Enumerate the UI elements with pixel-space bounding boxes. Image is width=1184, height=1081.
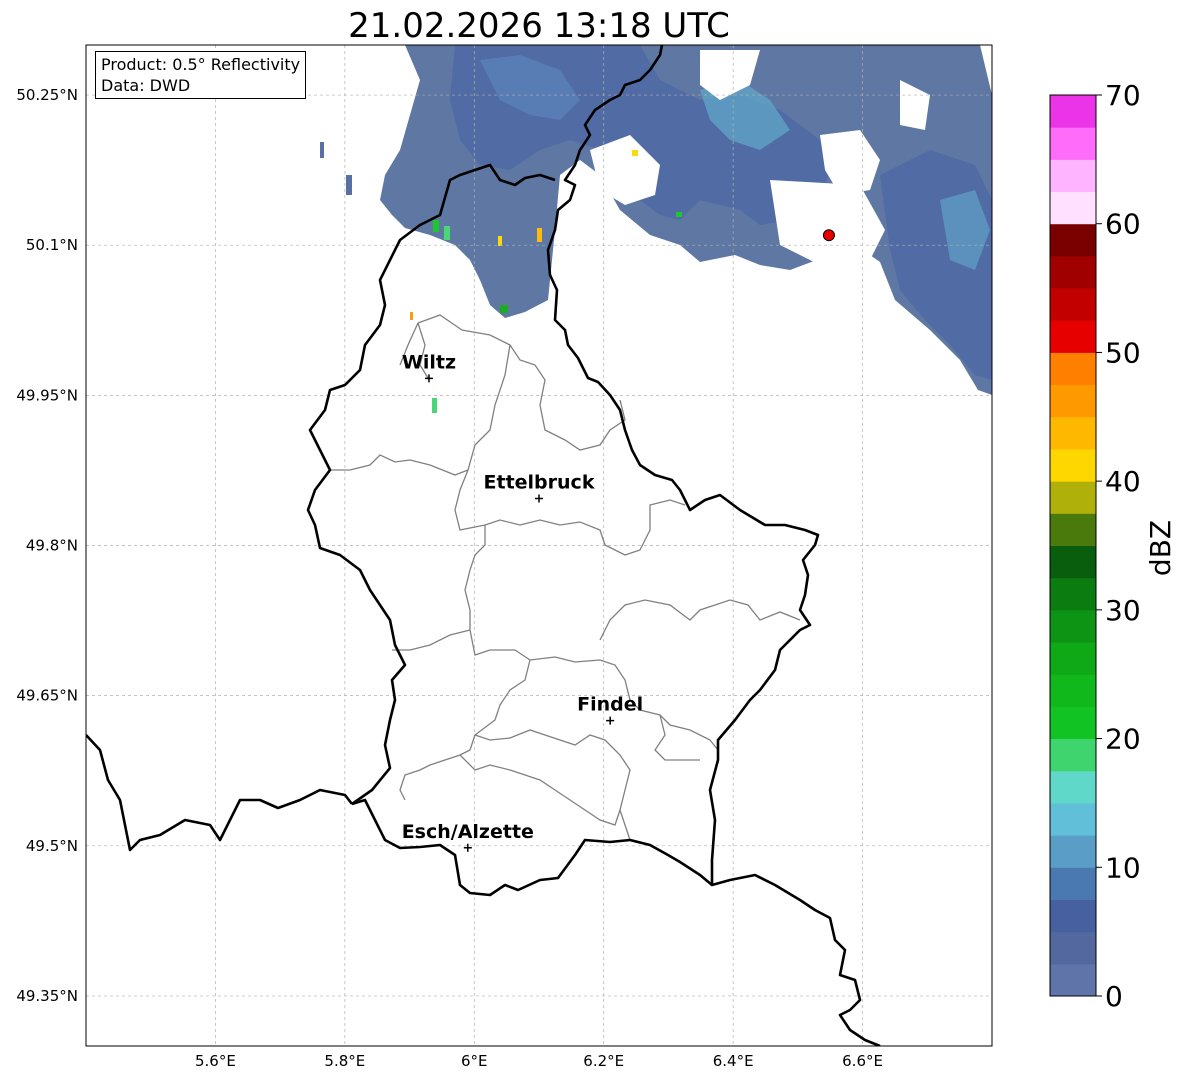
colorbar-segment <box>1050 95 1096 128</box>
colorbar-segment <box>1050 223 1096 257</box>
lat-tick-label: 50.25°N <box>16 86 78 104</box>
lon-tick-label: 5.8°E <box>324 1052 365 1070</box>
colorbar: 0 10 20 30 40 50 60 70 <box>1049 79 1141 1013</box>
colorbar-segment <box>1050 867 1096 900</box>
colorbar-tick-label: 10 <box>1105 851 1141 884</box>
colorbar-segment <box>1050 738 1096 772</box>
colorbar-segment <box>1050 288 1096 321</box>
lon-tick-label: 6.2°E <box>583 1052 624 1070</box>
colorbar-segment <box>1050 642 1096 675</box>
colorbar-segment <box>1050 770 1096 804</box>
longitude-ticks: 5.6°E 5.8°E 6°E 6.2°E 6.4°E 6.6°E <box>195 1052 883 1070</box>
radar-site <box>822 229 835 242</box>
colorbar-segment <box>1050 545 1096 579</box>
colorbar-segment <box>1050 191 1096 225</box>
colorbar-tick-label: 0 <box>1105 980 1123 1013</box>
city-label: Wiltz <box>402 351 456 373</box>
colorbar-segment <box>1050 384 1096 418</box>
colorbar-segment <box>1050 577 1096 611</box>
colorbar-segment <box>1050 320 1096 353</box>
colorbar-tick-label: 40 <box>1105 465 1141 498</box>
lat-tick-label: 49.35°N <box>16 987 78 1005</box>
radar-map: 5.6°E 5.8°E 6°E 6.2°E 6.4°E 6.6°E 50.25°N 50.1… <box>16 44 1177 1070</box>
lat-tick-label: 49.8°N <box>26 537 78 555</box>
city-label: Esch/Alzette <box>402 821 534 843</box>
colorbar-segment <box>1050 931 1096 965</box>
colorbar-segment <box>1050 802 1096 836</box>
colorbar-segment <box>1050 899 1096 933</box>
colorbar-tick-label: 60 <box>1105 208 1141 241</box>
lat-tick-label: 49.65°N <box>16 687 78 705</box>
colorbar-label: dBZ <box>1144 520 1177 576</box>
lon-tick-label: 6.4°E <box>713 1052 754 1070</box>
colorbar-segment <box>1050 835 1096 868</box>
colorbar-tick-label: 70 <box>1105 79 1141 112</box>
colorbar-segment <box>1050 127 1096 160</box>
product-info-box: Product: 0.5° Reflectivity Data: DWD <box>95 51 307 99</box>
radar-site-marker-icon <box>822 229 835 242</box>
product-text: Product: 0.5° Reflectivity <box>101 55 301 74</box>
city-label: Findel <box>577 694 643 716</box>
latitude-ticks: 50.25°N 50.1°N 49.95°N 49.8°N 49.65°N 49.5°N 4… <box>16 86 78 1005</box>
colorbar-segment <box>1050 481 1096 514</box>
colorbar-tick-label: 30 <box>1105 594 1141 627</box>
colorbar-segment <box>1050 416 1096 450</box>
colorbar-segment <box>1050 963 1096 997</box>
data-source-text: Data: DWD <box>101 76 191 95</box>
colorbar-segment <box>1050 513 1096 546</box>
lon-tick-label: 6.6°E <box>842 1052 883 1070</box>
colorbar-tick-label: 50 <box>1105 336 1141 369</box>
colorbar-segment <box>1050 352 1096 386</box>
lon-tick-label: 6°E <box>461 1052 488 1070</box>
lat-tick-label: 49.5°N <box>26 837 78 855</box>
lon-tick-label: 5.6°E <box>195 1052 236 1070</box>
city-label: Ettelbruck <box>484 471 595 493</box>
colorbar-segment <box>1050 609 1096 643</box>
lat-tick-label: 50.1°N <box>26 236 78 254</box>
colorbar-segment <box>1050 674 1096 707</box>
colorbar-tick-label: 20 <box>1105 723 1141 756</box>
colorbar-segment <box>1050 159 1096 193</box>
colorbar-segment <box>1050 706 1096 740</box>
lat-tick-label: 49.95°N <box>16 386 78 404</box>
colorbar-segment <box>1050 255 1096 289</box>
colorbar-segment <box>1050 448 1096 482</box>
